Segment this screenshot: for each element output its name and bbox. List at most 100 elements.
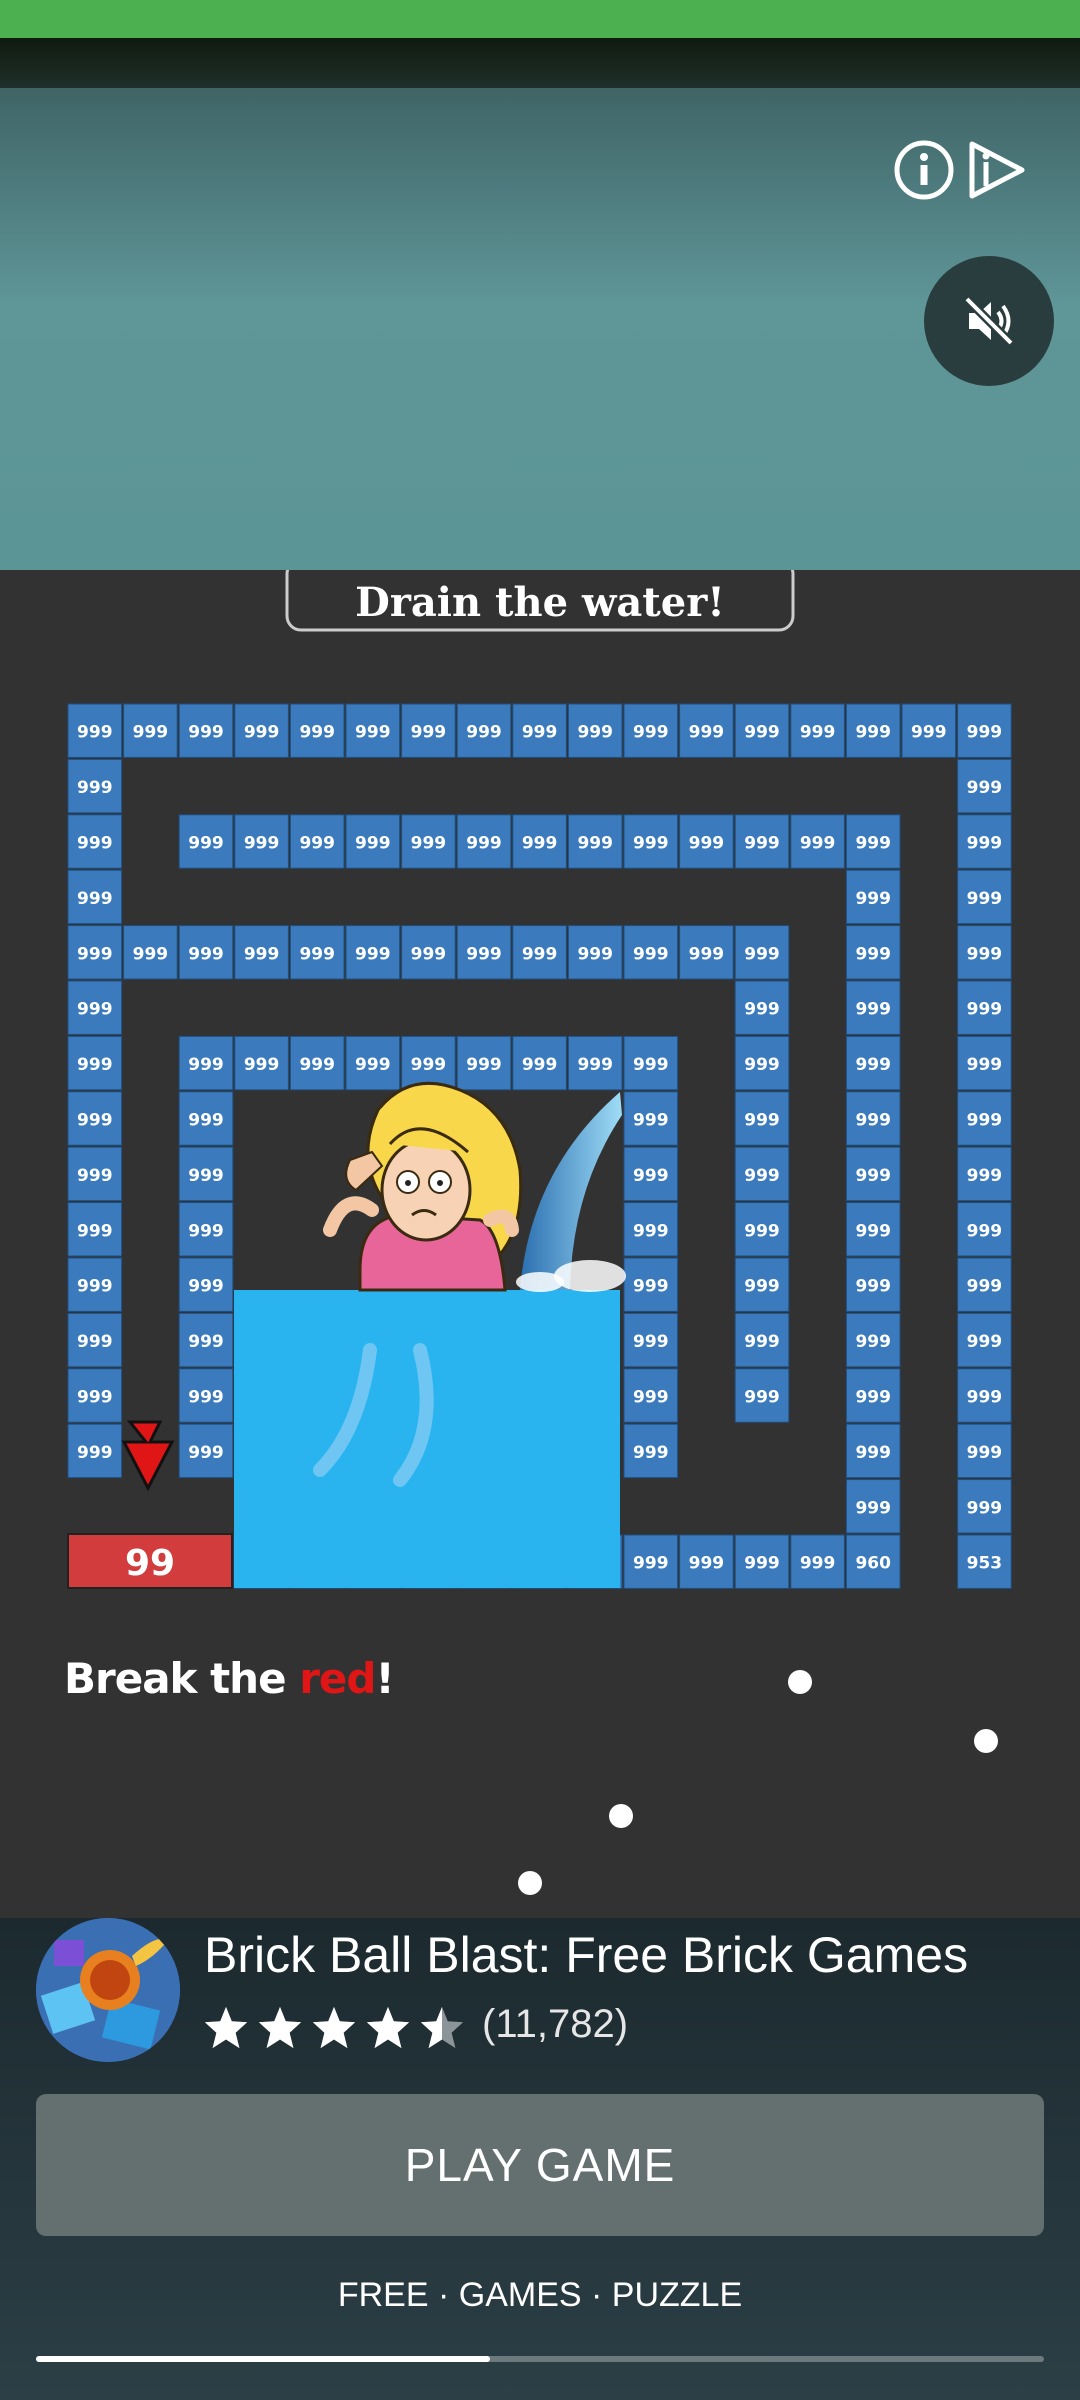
brick[interactable]: 999 [734,980,790,1035]
brick[interactable]: 999 [178,814,234,869]
brick[interactable]: 999 [734,1146,790,1202]
brick[interactable]: 999 [178,1257,234,1312]
brick[interactable]: 999 [679,1534,734,1589]
brick[interactable]: 999 [845,814,901,869]
brick[interactable]: 999 [845,1035,901,1091]
brick[interactable]: 999 [623,1035,679,1091]
brick[interactable]: 999 [67,814,123,869]
brick[interactable]: 999 [67,758,123,814]
brick[interactable]: 999 [623,925,679,980]
brick[interactable]: 953 [957,1534,1012,1589]
mute-button[interactable] [924,256,1054,386]
brick[interactable]: 999 [123,703,178,758]
brick[interactable]: 999 [178,1368,234,1423]
brick[interactable]: 999 [845,980,901,1035]
brick[interactable]: 999 [289,1035,345,1091]
brick[interactable]: 999 [623,1091,679,1146]
brick[interactable]: 999 [623,1423,679,1479]
brick[interactable]: 999 [679,814,734,869]
brick[interactable]: 999 [957,814,1012,869]
brick[interactable]: 999 [845,1257,901,1312]
brick[interactable]: 999 [734,1312,790,1368]
brick[interactable]: 999 [67,1202,123,1257]
brick[interactable]: 999 [67,980,123,1035]
brick[interactable]: 999 [456,925,512,980]
brick[interactable]: 999 [512,703,567,758]
brick[interactable]: 999 [67,1146,123,1202]
brick[interactable]: 999 [567,1035,623,1091]
brick[interactable]: 999 [957,1202,1012,1257]
brick[interactable]: 999 [845,1146,901,1202]
brick[interactable]: 999 [679,925,734,980]
red-brick[interactable]: 99 [67,1533,233,1589]
brick[interactable]: 999 [345,814,401,869]
brick[interactable]: 999 [734,1368,790,1423]
brick[interactable]: 999 [567,703,623,758]
brick[interactable]: 999 [623,1534,679,1589]
brick[interactable]: 999 [845,1312,901,1368]
brick[interactable]: 960 [845,1534,901,1589]
brick[interactable]: 999 [178,1312,234,1368]
brick[interactable]: 999 [957,1146,1012,1202]
brick[interactable]: 999 [957,758,1012,814]
game-preview[interactable]: Drain the water! 999 999 999 999 999 999 999 99… [0,570,1080,1918]
brick[interactable]: 999 [845,1479,901,1534]
brick[interactable]: 999 [401,925,456,980]
brick[interactable]: 999 [178,1035,234,1091]
brick[interactable]: 999 [957,925,1012,980]
brick[interactable]: 999 [289,814,345,869]
brick[interactable]: 999 [734,1257,790,1312]
brick[interactable]: 999 [845,925,901,980]
brick[interactable]: 999 [178,1202,234,1257]
brick[interactable]: 999 [123,925,178,980]
brick[interactable]: 999 [178,703,234,758]
brick[interactable]: 999 [456,703,512,758]
brick[interactable]: 999 [734,1202,790,1257]
brick[interactable]: 999 [845,1423,901,1479]
brick[interactable]: 999 [345,1035,401,1091]
brick[interactable]: 999 [790,814,845,869]
brick[interactable]: 999 [289,925,345,980]
brick[interactable]: 999 [401,1035,456,1091]
brick[interactable]: 999 [234,1035,289,1091]
brick[interactable]: 999 [845,1202,901,1257]
brick[interactable]: 999 [67,1035,123,1091]
brick[interactable]: 999 [790,703,845,758]
brick[interactable]: 999 [734,925,790,980]
brick[interactable]: 999 [734,703,790,758]
brick[interactable]: 999 [67,925,123,980]
brick[interactable]: 999 [623,1202,679,1257]
brick[interactable]: 999 [67,1257,123,1312]
brick[interactable]: 999 [845,703,901,758]
brick[interactable]: 999 [512,814,567,869]
brick[interactable]: 999 [623,1146,679,1202]
brick[interactable]: 999 [623,703,679,758]
adchoices-icon[interactable] [964,136,1028,204]
brick[interactable]: 999 [178,1091,234,1146]
brick[interactable]: 999 [734,1035,790,1091]
brick[interactable]: 999 [957,1423,1012,1479]
brick[interactable]: 999 [456,814,512,869]
brick[interactable]: 999 [401,703,456,758]
brick[interactable]: 999 [957,869,1012,925]
brick[interactable]: 999 [67,1091,123,1146]
brick[interactable]: 999 [178,1146,234,1202]
brick[interactable]: 999 [345,703,401,758]
brick[interactable]: 999 [623,1312,679,1368]
app-title[interactable]: Brick Ball Blast: Free Brick Games [204,1926,968,1984]
brick[interactable]: 999 [734,1534,790,1589]
brick[interactable]: 999 [234,925,289,980]
brick[interactable]: 999 [567,814,623,869]
brick[interactable]: 999 [845,869,901,925]
brick[interactable]: 999 [679,703,734,758]
brick[interactable]: 999 [734,814,790,869]
brick[interactable]: 999 [734,1091,790,1146]
brick[interactable]: 999 [957,980,1012,1035]
brick[interactable]: 999 [345,925,401,980]
brick[interactable]: 999 [845,1091,901,1146]
brick[interactable]: 999 [901,703,957,758]
brick[interactable]: 999 [623,1257,679,1312]
brick[interactable]: 999 [512,1035,567,1091]
brick[interactable]: 999 [957,1035,1012,1091]
brick[interactable]: 999 [234,814,289,869]
